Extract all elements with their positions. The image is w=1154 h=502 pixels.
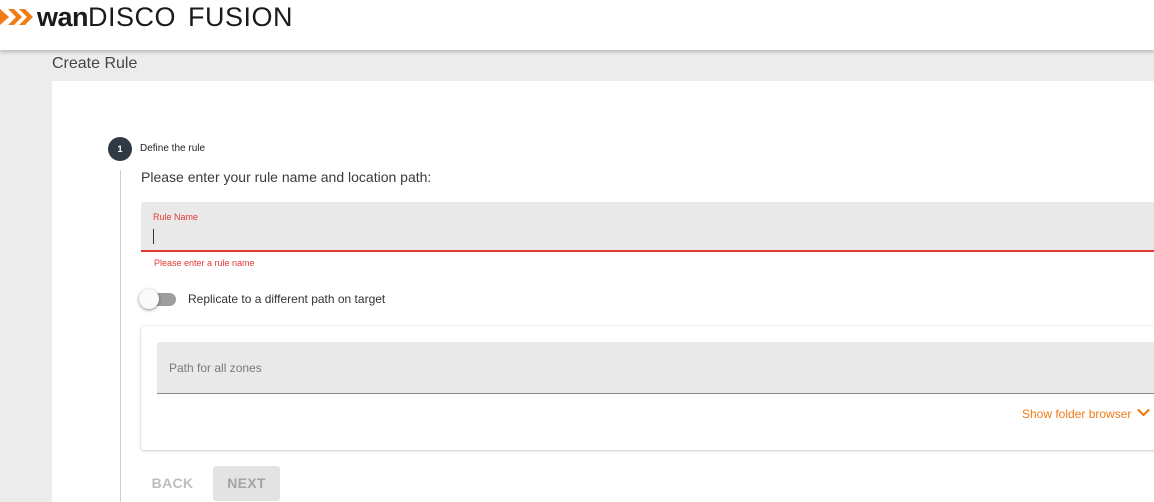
rule-name-field[interactable]: Rule Name <box>141 202 1154 252</box>
app-logo-text: wanDISCO FUSION <box>37 2 293 32</box>
toggle-thumb <box>139 289 159 309</box>
path-placeholder: Path for all zones <box>169 361 262 375</box>
logo-wan: wan <box>37 2 89 32</box>
logo-fusion: FUSION <box>188 2 294 32</box>
replicate-path-toggle-label[interactable]: Replicate to a different path on target <box>188 292 385 306</box>
step-title: Define the rule <box>140 143 206 154</box>
wandisco-logo-icon <box>0 9 33 25</box>
chevron-down-icon[interactable] <box>1137 408 1150 418</box>
path-input[interactable]: Path for all zones <box>157 342 1154 394</box>
next-button[interactable]: NEXT <box>213 466 280 501</box>
step-number-badge: 1 <box>108 137 132 161</box>
app-header: wanDISCO FUSION <box>0 0 1154 50</box>
step-instructions: Please enter your rule name and location… <box>141 169 432 185</box>
show-folder-browser-link[interactable]: Show folder browser <box>1022 407 1131 421</box>
page-title: Create Rule <box>52 55 138 72</box>
rule-name-error: Please enter a rule name <box>154 258 255 268</box>
text-cursor <box>153 229 154 244</box>
back-button[interactable]: BACK <box>141 466 204 501</box>
logo-disco: DISCO <box>88 2 177 32</box>
replicate-path-toggle[interactable] <box>139 289 179 309</box>
rule-name-label: Rule Name <box>153 212 199 222</box>
stepper-connector-line <box>120 170 121 502</box>
